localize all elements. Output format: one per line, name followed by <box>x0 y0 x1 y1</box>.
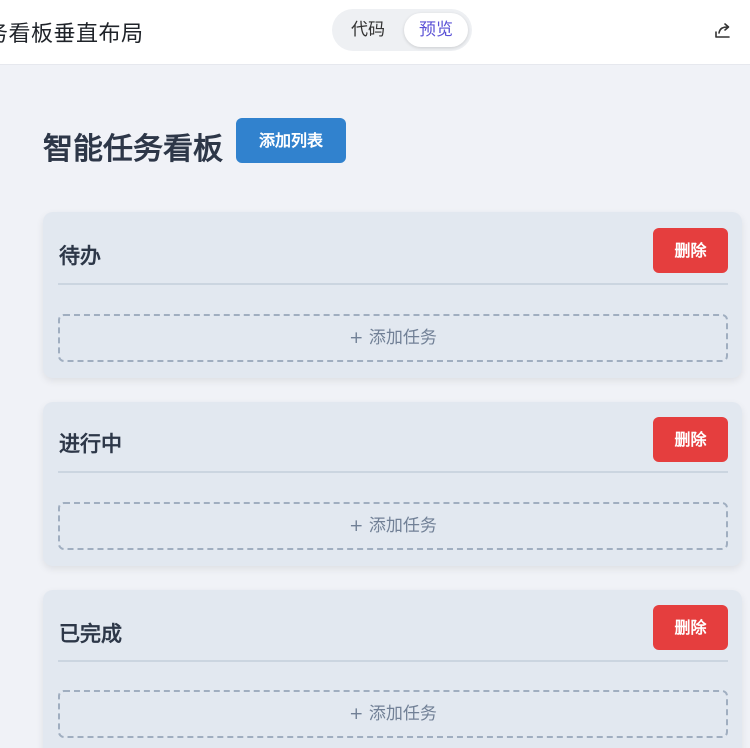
delete-list-button[interactable]: 删除 <box>653 605 728 650</box>
view-toggle: 代码 预览 <box>332 9 472 51</box>
add-task-button[interactable]: + 添加任务 <box>58 690 728 738</box>
add-task-button[interactable]: + 添加任务 <box>58 314 728 362</box>
list-column-todo: 待办 删除 + 添加任务 <box>43 212 742 378</box>
delete-list-button[interactable]: 删除 <box>653 417 728 462</box>
tab-preview[interactable]: 预览 <box>404 13 468 47</box>
window-title: 务看板垂直布局 <box>0 22 144 47</box>
column-title: 已完成 <box>59 622 122 646</box>
column-divider <box>58 471 728 473</box>
delete-list-button[interactable]: 删除 <box>653 228 728 273</box>
add-task-button[interactable]: + 添加任务 <box>58 502 728 550</box>
page-title: 智能任务看板 <box>43 132 223 167</box>
column-divider <box>58 660 728 662</box>
top-bar: 务看板垂直布局 代码 预览 <box>0 0 750 65</box>
column-divider <box>58 283 728 285</box>
add-list-button[interactable]: 添加列表 <box>236 118 346 163</box>
share-icon[interactable] <box>713 21 733 41</box>
list-column-in-progress: 进行中 删除 + 添加任务 <box>43 402 742 566</box>
tab-code[interactable]: 代码 <box>336 13 400 47</box>
column-title: 待办 <box>59 244 101 268</box>
list-column-done: 已完成 删除 + 添加任务 <box>43 590 742 748</box>
column-title: 进行中 <box>59 432 122 456</box>
